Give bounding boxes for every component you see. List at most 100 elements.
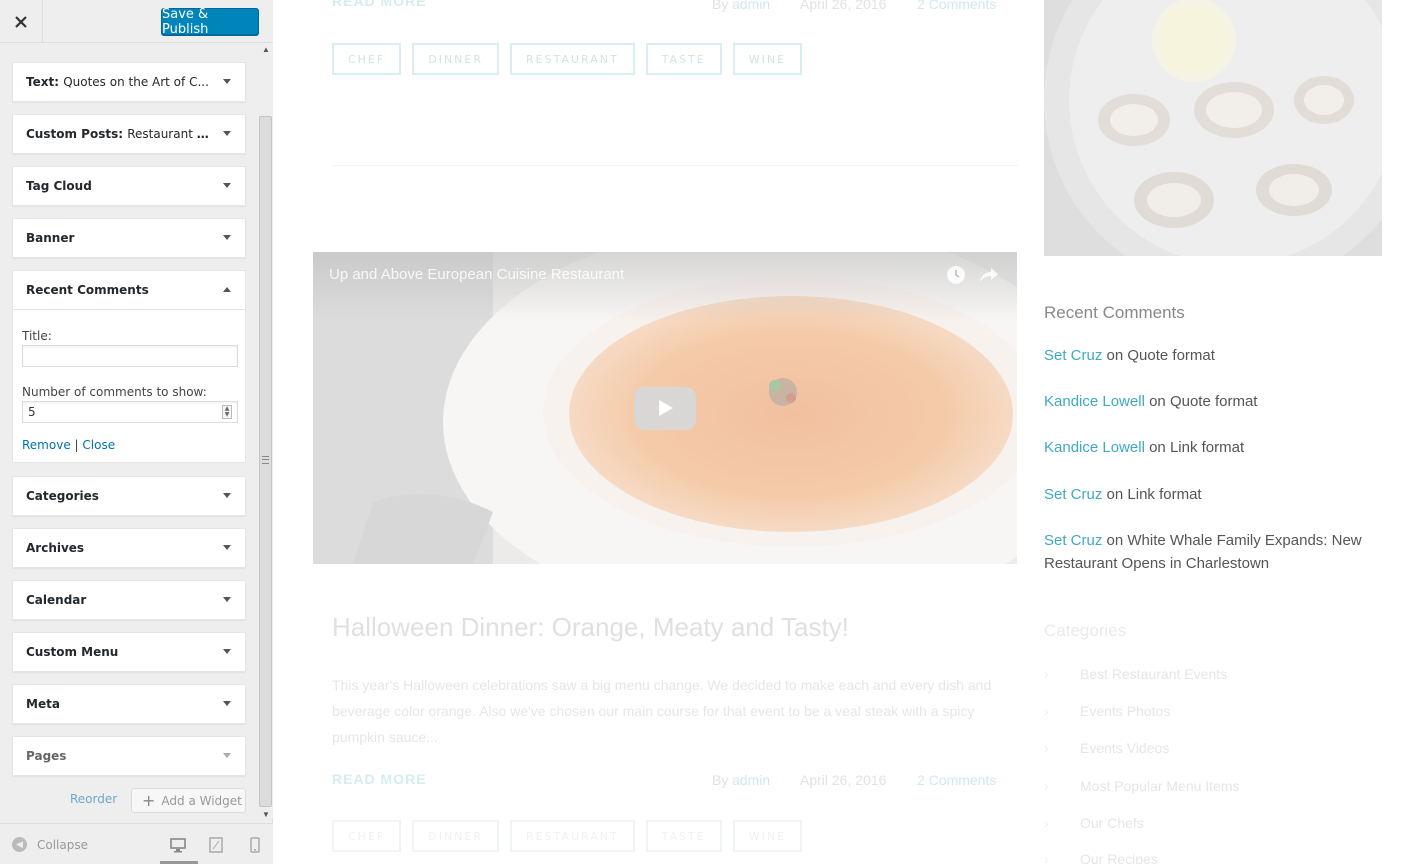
expand-arrow-icon[interactable] — [223, 649, 231, 654]
chevron-right-icon: › — [1044, 740, 1049, 756]
widget-calendar[interactable]: Calendar — [12, 580, 246, 620]
comment-on: on — [1106, 347, 1124, 364]
scroll-up-icon[interactable]: ▲ — [262, 45, 270, 54]
comment-item: Kandice Lowell on Quote format — [1044, 390, 1364, 413]
reorder-link[interactable]: Reorder — [70, 792, 117, 806]
post-comments-link[interactable]: 2 Comments — [917, 772, 996, 788]
close-link[interactable]: Close — [82, 438, 115, 452]
collapse-arrow-icon[interactable] — [223, 287, 231, 292]
chevron-right-icon: › — [1044, 778, 1049, 794]
expand-arrow-icon[interactable] — [223, 235, 231, 240]
customizer-header: Save & Publish — [0, 0, 273, 43]
comment-item: Set Cruz on Link format — [1044, 483, 1364, 506]
tag-chef[interactable]: CHEF — [332, 43, 402, 75]
recent-comments-heading: Recent Comments — [1044, 303, 1185, 322]
category-item[interactable]: › Best Restaurant Events — [1044, 666, 1227, 682]
video-embed[interactable]: Up and Above European Cuisine Restaurant — [313, 252, 1017, 564]
tag-taste[interactable]: TASTE — [645, 820, 722, 852]
widget-title: Meta — [26, 697, 60, 711]
save-publish-button[interactable]: Save & Publish — [161, 7, 259, 37]
mobile-icon[interactable] — [247, 837, 263, 853]
comment-post-link[interactable]: Link format — [1170, 439, 1244, 456]
count-stepper[interactable]: 5 ▲ ▼ — [22, 401, 238, 423]
comment-item: Set Cruz on Quote format — [1044, 344, 1364, 367]
post-comments-link[interactable]: 2 Comments — [917, 0, 996, 12]
comment-post-link[interactable]: Quote format — [1127, 347, 1215, 364]
post-title[interactable]: Halloween Dinner: Orange, Meaty and Tast… — [332, 612, 849, 643]
comment-author-link[interactable]: Kandice Lowell — [1044, 393, 1145, 410]
expand-arrow-icon[interactable] — [223, 597, 231, 602]
read-more-link[interactable]: READ MORE — [332, 771, 427, 787]
share-icon[interactable] — [979, 266, 999, 284]
comment-author-link[interactable]: Set Cruz — [1044, 486, 1102, 503]
post-date: April 26, 2016 — [800, 772, 887, 788]
desktop-icon[interactable] — [170, 837, 186, 853]
widget-title: Archives — [26, 541, 85, 555]
banner-image[interactable] — [1044, 0, 1382, 256]
comment-author-link[interactable]: Set Cruz — [1044, 347, 1102, 364]
tag-dinner[interactable]: DINNER — [412, 43, 499, 75]
title-field[interactable] — [22, 345, 238, 367]
close-customizer-button[interactable] — [0, 0, 43, 43]
tag-chef[interactable]: CHEF — [332, 820, 402, 852]
category-label: Events Photos — [1080, 703, 1171, 719]
tablet-icon[interactable] — [208, 837, 224, 853]
widget-pages[interactable]: Pages — [12, 736, 246, 776]
close-icon — [15, 15, 27, 28]
category-item[interactable]: › Events Videos — [1044, 740, 1169, 756]
customizer-sidebar: Save & Publish Text: Quotes on the Art o… — [0, 0, 273, 864]
post-author-link[interactable]: admin — [732, 0, 770, 12]
widget-area-actions: Reorder + Add a Widget — [0, 788, 258, 815]
widget-tag-cloud[interactable]: Tag Cloud — [12, 166, 246, 206]
video-title[interactable]: Up and Above European Cuisine Restaurant — [329, 266, 624, 283]
category-item[interactable]: › Our Chefs — [1044, 815, 1144, 831]
tag-restaurant[interactable]: RESTAURANT — [510, 43, 635, 75]
count-label: Number of comments to show: — [22, 385, 207, 399]
remove-link[interactable]: Remove — [22, 438, 71, 452]
comment-post-link[interactable]: Link format — [1127, 486, 1201, 503]
expand-arrow-icon[interactable] — [223, 131, 231, 136]
category-item[interactable]: › Our Recipes — [1044, 851, 1158, 864]
widget-title: Text: Quotes on the Art of C... — [26, 75, 216, 89]
comment-author-link[interactable]: Kandice Lowell — [1044, 439, 1145, 456]
play-button[interactable] — [634, 387, 696, 430]
watch-later-icon[interactable] — [946, 265, 966, 285]
tag-taste[interactable]: TASTE — [645, 43, 722, 75]
category-item[interactable]: › Most Popular Menu Items — [1044, 778, 1240, 794]
widget-list: Text: Quotes on the Art of C... Custom P… — [0, 43, 273, 823]
comment-on: on — [1106, 486, 1124, 503]
widget-meta[interactable]: Meta — [12, 684, 246, 724]
widget-custom-menu[interactable]: Custom Menu — [12, 632, 246, 672]
comment-on: on — [1149, 393, 1166, 410]
tag-wine[interactable]: WINE — [732, 43, 803, 75]
widget-custom-posts[interactable]: Custom Posts: Restaurant Ev... — [12, 114, 246, 154]
expand-arrow-icon[interactable] — [223, 493, 231, 498]
comment-post-link[interactable]: Quote format — [1170, 393, 1258, 410]
chevron-right-icon: › — [1044, 851, 1049, 864]
widget-banner[interactable]: Banner — [12, 218, 246, 258]
category-item[interactable]: › Events Photos — [1044, 703, 1170, 719]
tag-restaurant[interactable]: RESTAURANT — [510, 820, 635, 852]
scroll-down-icon[interactable]: ▼ — [262, 810, 270, 819]
widget-archives[interactable]: Archives — [12, 528, 246, 568]
widget-categories[interactable]: Categories — [12, 476, 246, 516]
tag-dinner[interactable]: DINNER — [412, 820, 499, 852]
widget-header[interactable]: Recent Comments — [13, 271, 245, 310]
spinner-icon[interactable]: ▲ ▼ — [222, 405, 232, 419]
comment-author-link[interactable]: Set Cruz — [1044, 532, 1102, 549]
read-more-link[interactable]: READ MORE — [332, 0, 427, 9]
expand-arrow-icon[interactable] — [223, 183, 231, 188]
tag-wine[interactable]: WINE — [732, 820, 803, 852]
widget-title: Recent Comments — [26, 283, 149, 297]
post-author-link[interactable]: admin — [732, 772, 770, 788]
expand-arrow-icon[interactable] — [223, 753, 231, 758]
add-widget-button[interactable]: + Add a Widget — [131, 788, 246, 813]
expand-arrow-icon[interactable] — [223, 701, 231, 706]
collapse-icon: ◀ — [12, 837, 27, 852]
collapse-button[interactable]: ◀ Collapse — [12, 837, 88, 852]
site-preview: READ MORE By admin April 26, 2016 2 Comm… — [274, 0, 1419, 864]
separator: | — [74, 438, 79, 452]
widget-text[interactable]: Text: Quotes on the Art of C... — [12, 62, 246, 102]
expand-arrow-icon[interactable] — [223, 545, 231, 550]
expand-arrow-icon[interactable] — [223, 79, 231, 84]
